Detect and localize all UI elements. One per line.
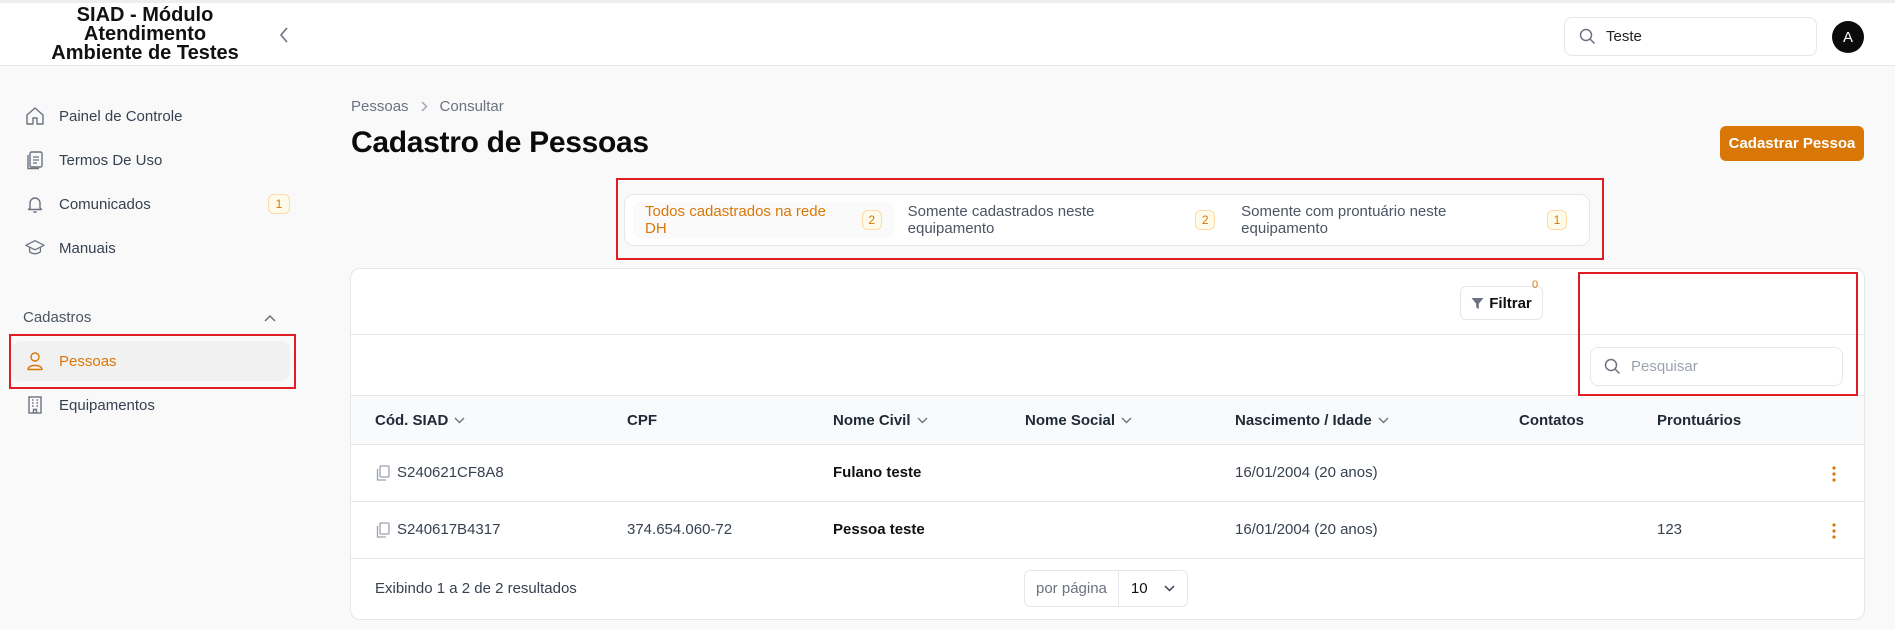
cell-nome-civil: Pessoa teste xyxy=(833,521,925,538)
global-search-input[interactable] xyxy=(1606,28,1796,45)
chevron-down-icon xyxy=(1164,585,1175,592)
chevron-down-icon xyxy=(454,417,465,424)
tab-somente-com-prontuario[interactable]: Somente com prontuário neste equipamento… xyxy=(1229,202,1579,238)
search-icon xyxy=(1604,358,1621,375)
chevron-up-icon xyxy=(264,314,276,322)
chevron-down-icon xyxy=(1378,417,1389,424)
app-title: SIAD - Módulo Atendimento Ambiente de Te… xyxy=(51,4,239,64)
sidebar: Painel de Controle Termos De Uso Comunic… xyxy=(0,66,300,629)
cell-nome-civil: Fulano teste xyxy=(833,464,922,481)
home-icon xyxy=(25,106,45,126)
tab-label: Todos cadastrados na rede DH xyxy=(645,203,826,237)
per-page-control: por página 10 xyxy=(1024,570,1188,607)
results-card: Filtrar 0 Cód. SIAD CPF Nome Civil Nome … xyxy=(350,268,1865,620)
tab-count-badge: 1 xyxy=(1547,210,1567,230)
column-header-cpf: CPF xyxy=(627,412,657,429)
column-header-nome-social[interactable]: Nome Social xyxy=(1025,412,1132,429)
filter-count-badge: 0 xyxy=(1532,279,1539,291)
filter-tabs: Todos cadastrados na rede DH 2 Somente c… xyxy=(624,194,1590,246)
document-icon xyxy=(25,150,45,170)
sidebar-item-equipamentos[interactable]: Equipamentos xyxy=(12,385,290,425)
tab-label: Somente com prontuário neste equipamento xyxy=(1241,203,1447,237)
sidebar-item-manuais[interactable]: Manuais xyxy=(12,228,290,268)
pagination-summary: Exibindo 1 a 2 de 2 resultados xyxy=(375,580,577,597)
sidebar-item-label: Termos De Uso xyxy=(59,151,163,169)
breadcrumb-item-pessoas[interactable]: Pessoas xyxy=(351,98,409,115)
column-header-nascimento[interactable]: Nascimento / Idade xyxy=(1235,412,1389,429)
chevron-right-icon xyxy=(421,101,428,112)
table-search-input[interactable] xyxy=(1631,358,1831,375)
page-title: Cadastro de Pessoas xyxy=(351,126,649,159)
column-header-label: Prontuários xyxy=(1657,412,1742,429)
column-header-cod-siad[interactable]: Cód. SIAD xyxy=(375,412,465,429)
tab-count-badge: 2 xyxy=(861,210,882,230)
sidebar-item-label: Manuais xyxy=(59,239,116,257)
row-actions-button[interactable] xyxy=(1824,463,1844,485)
chevron-down-icon xyxy=(917,417,928,424)
cell-text: S240617B4317 xyxy=(397,521,501,538)
top-bar: SIAD - Módulo Atendimento Ambiente de Te… xyxy=(0,0,1895,66)
copy-icon[interactable] xyxy=(376,464,390,481)
cell-text: S240621CF8A8 xyxy=(397,464,504,481)
cell-cod-siad: S240617B4317 xyxy=(376,521,500,538)
filter-icon xyxy=(1471,297,1484,310)
sidebar-item-label: Comunicados xyxy=(59,195,151,213)
sidebar-item-pessoas[interactable]: Pessoas xyxy=(12,341,290,381)
tab-todos-cadastrados[interactable]: Todos cadastrados na rede DH 2 xyxy=(633,202,894,238)
avatar[interactable]: A xyxy=(1832,21,1864,53)
column-header-prontuarios: Prontuários xyxy=(1657,412,1741,429)
column-header-contatos: Contatos xyxy=(1519,412,1584,429)
sidebar-item-termos-de-uso[interactable]: Termos De Uso xyxy=(12,140,290,180)
divider xyxy=(351,334,1864,335)
column-header-nome-civil[interactable]: Nome Civil xyxy=(833,412,928,429)
column-header-label: Nascimento / Idade xyxy=(1235,412,1372,429)
filter-button[interactable]: Filtrar xyxy=(1460,286,1543,320)
sidebar-item-label: Painel de Controle xyxy=(59,107,183,125)
tab-somente-cadastrados[interactable]: Somente cadastrados neste equipamento 2 xyxy=(896,202,1228,238)
chevron-down-icon xyxy=(1121,417,1132,424)
collapse-section-button[interactable] xyxy=(260,308,280,328)
global-search[interactable] xyxy=(1564,17,1817,56)
sidebar-section-label: Cadastros xyxy=(23,309,92,326)
collapse-sidebar-button[interactable] xyxy=(272,23,296,47)
column-header-label: Nome Social xyxy=(1025,412,1116,429)
breadcrumb-item-consultar: Consultar xyxy=(439,98,504,115)
table-search[interactable] xyxy=(1590,347,1843,386)
notification-badge: 1 xyxy=(268,194,290,214)
cell-nascimento: 16/01/2004 (20 anos) xyxy=(1235,521,1378,538)
search-icon xyxy=(1579,28,1596,45)
cell-nascimento: 16/01/2004 (20 anos) xyxy=(1235,464,1378,481)
row-actions-button[interactable] xyxy=(1824,520,1844,542)
chevron-left-icon xyxy=(279,27,288,43)
building-icon xyxy=(25,395,45,415)
more-vertical-icon xyxy=(1832,523,1836,539)
column-header-label: CPF xyxy=(627,412,657,429)
tab-label: Somente cadastrados neste equipamento xyxy=(907,203,1095,237)
graduation-cap-icon xyxy=(25,238,45,258)
sidebar-item-painel-de-controle[interactable]: Painel de Controle xyxy=(12,96,290,136)
bell-icon xyxy=(25,194,45,214)
column-header-label: Contatos xyxy=(1519,412,1584,429)
sidebar-item-label: Equipamentos xyxy=(59,396,155,414)
per-page-select[interactable]: 10 xyxy=(1119,571,1187,606)
copy-icon[interactable] xyxy=(376,521,390,538)
table-row[interactable]: S240617B4317 374.654.060-72 Pessoa teste… xyxy=(351,502,1864,559)
per-page-label: por página xyxy=(1025,571,1119,606)
per-page-value: 10 xyxy=(1130,580,1148,597)
column-header-label: Nome Civil xyxy=(833,412,911,429)
column-header-label: Cód. SIAD xyxy=(375,412,449,429)
sidebar-item-comunicados[interactable]: Comunicados 1 xyxy=(12,184,290,224)
table-row[interactable]: S240621CF8A8 Fulano teste 16/01/2004 (20… xyxy=(351,445,1864,502)
tab-count-badge: 2 xyxy=(1195,210,1216,230)
cell-cpf: 374.654.060-72 xyxy=(627,521,733,538)
sidebar-item-label: Pessoas xyxy=(59,352,117,370)
cell-prontuarios: 123 xyxy=(1657,521,1683,538)
user-icon xyxy=(25,351,45,371)
breadcrumb: Pessoas Consultar xyxy=(351,98,504,115)
table-header: Cód. SIAD CPF Nome Civil Nome Social Nas… xyxy=(351,395,1864,445)
cell-cod-siad: S240621CF8A8 xyxy=(376,464,504,481)
more-vertical-icon xyxy=(1832,466,1836,482)
cadastrar-pessoa-button[interactable]: Cadastrar Pessoa xyxy=(1720,126,1864,161)
filter-button-label: Filtrar xyxy=(1489,294,1532,312)
